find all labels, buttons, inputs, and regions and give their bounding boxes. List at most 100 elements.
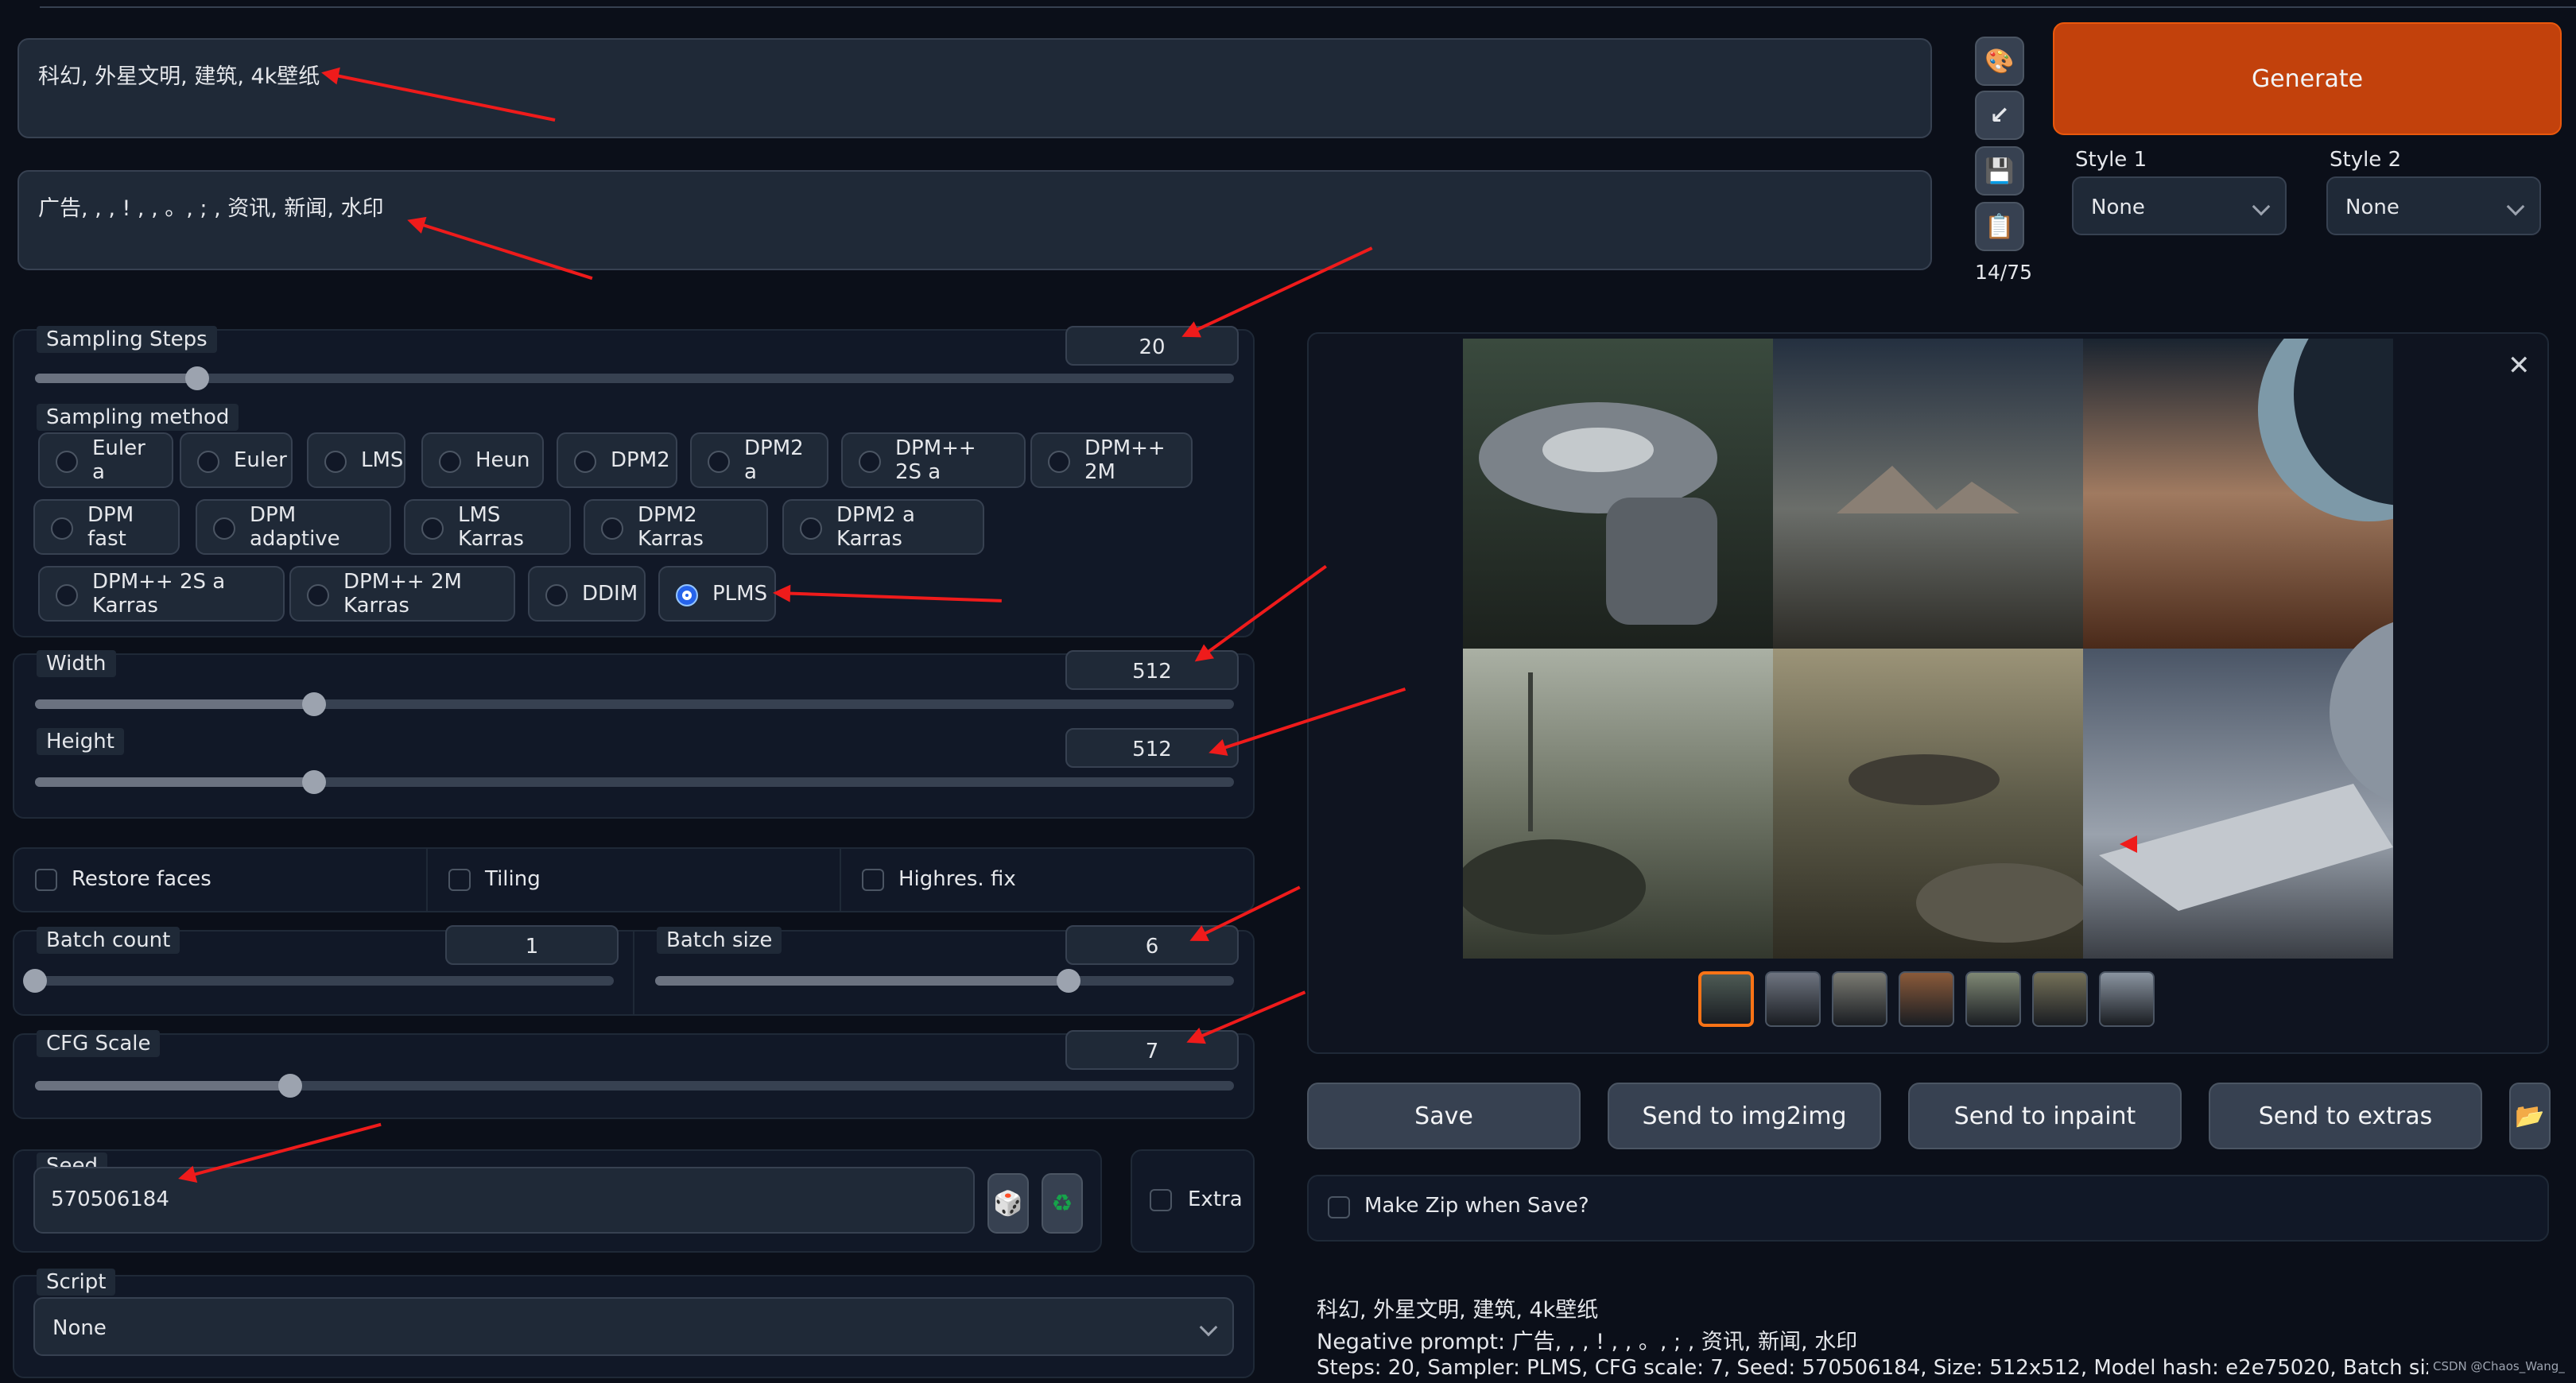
sampling-method-option[interactable]: DPM adaptive <box>196 499 391 555</box>
gallery-thumbnail[interactable] <box>1765 971 1821 1027</box>
gallery-thumbnail[interactable] <box>1899 971 1954 1027</box>
height-label: Height <box>37 728 124 755</box>
sampling-method-option-label: DDIM <box>582 582 638 606</box>
seed-input[interactable]: 570506184 <box>33 1167 975 1234</box>
radio-circle[interactable] <box>800 517 822 540</box>
radio-circle[interactable] <box>56 451 78 473</box>
negative-prompt-input[interactable]: 广告, , , ! , , 。, ; , 资讯, 新闻, 水印 <box>17 170 1932 270</box>
sampling-method-option[interactable]: DPM++ 2S a Karras <box>38 566 285 622</box>
radio-circle[interactable] <box>324 451 347 473</box>
radio-circle[interactable] <box>708 451 730 473</box>
radio-circle[interactable] <box>859 451 881 473</box>
script-label: Script <box>37 1269 116 1296</box>
slider-thumb[interactable] <box>23 969 47 993</box>
batch-size-slider[interactable] <box>655 969 1234 993</box>
height-slider[interactable] <box>35 770 1234 794</box>
radio-circle[interactable] <box>51 517 73 540</box>
batch-count-input[interactable]: 1 <box>445 925 619 965</box>
palette-button[interactable]: 🎨 <box>1975 37 2024 86</box>
spaceship-shape <box>1606 498 1717 625</box>
send-to-img2img-button[interactable]: Send to img2img <box>1608 1083 1881 1149</box>
prompt-text: 科幻, 外星文明, 建筑, 4k壁纸 <box>38 64 320 89</box>
gallery-thumbnail[interactable] <box>1698 971 1754 1027</box>
sampling-method-option-label: DPM2 Karras <box>638 503 704 551</box>
tiling-checkbox[interactable] <box>448 869 471 891</box>
highres-fix-checkbox[interactable] <box>862 869 884 891</box>
tower-shape <box>1528 672 1533 831</box>
restore-faces-label: Restore faces <box>72 867 211 891</box>
generated-image-2[interactable] <box>1773 339 2083 649</box>
sampling-method-option[interactable]: DPM fast <box>33 499 180 555</box>
restore-faces-checkbox[interactable] <box>35 869 57 891</box>
style-2-select[interactable]: None <box>2326 176 2541 235</box>
radio-circle[interactable] <box>545 584 568 606</box>
random-seed-button[interactable]: 🎲 <box>987 1173 1029 1234</box>
radio-circle[interactable] <box>1048 451 1070 473</box>
sampling-method-option[interactable]: PLMS <box>658 566 776 622</box>
options-divider <box>840 849 841 911</box>
width-slider[interactable] <box>35 692 1234 716</box>
slider-thumb[interactable] <box>278 1074 303 1098</box>
sampling-method-option[interactable]: DPM2 <box>557 432 677 488</box>
style-1-select[interactable]: None <box>2072 176 2287 235</box>
sampling-method-option[interactable]: DPM++ 2M Karras <box>289 566 515 622</box>
save-button[interactable]: Save <box>1307 1083 1581 1149</box>
sampling-method-option[interactable]: DPM++ 2M <box>1030 432 1193 488</box>
style-1-label: Style 1 <box>2075 148 2147 172</box>
gallery-thumbnail[interactable] <box>1832 971 1887 1027</box>
radio-circle[interactable] <box>213 517 235 540</box>
prompt-input[interactable]: 科幻, 外星文明, 建筑, 4k壁纸 <box>17 38 1932 138</box>
sampling-method-option[interactable]: LMS Karras <box>404 499 571 555</box>
cfg-scale-slider[interactable] <box>35 1074 1234 1098</box>
sampling-method-option[interactable]: Heun <box>421 432 544 488</box>
radio-circle[interactable] <box>574 451 596 473</box>
make-zip-checkbox[interactable] <box>1328 1196 1350 1218</box>
sampling-method-option[interactable]: Euler <box>180 432 293 488</box>
radio-circle[interactable] <box>56 584 78 606</box>
slider-thumb[interactable] <box>184 366 209 390</box>
sampling-method-option[interactable]: DPM2 Karras <box>584 499 768 555</box>
radio-circle[interactable] <box>421 517 444 540</box>
apply-style-button[interactable]: 📋 <box>1975 202 2024 251</box>
clipboard-icon: 📋 <box>1984 212 2015 241</box>
batch-count-label: Batch count <box>37 927 180 954</box>
sampling-steps-slider[interactable] <box>35 366 1234 390</box>
send-to-inpaint-button[interactable]: Send to inpaint <box>1908 1083 2182 1149</box>
cfg-scale-input[interactable]: 7 <box>1065 1030 1239 1070</box>
sampling-method-option[interactable]: DPM++ 2S a <box>841 432 1026 488</box>
generate-button[interactable]: Generate <box>2053 22 2562 135</box>
sampling-method-option[interactable]: LMS <box>307 432 405 488</box>
sampling-method-option-label: LMS Karras <box>458 503 524 551</box>
sampling-method-option[interactable]: Euler a <box>38 432 173 488</box>
sampling-method-label: Sampling method <box>37 404 239 431</box>
sampling-steps-label: Sampling Steps <box>37 326 217 353</box>
sampling-method-option[interactable]: DPM2 a Karras <box>782 499 984 555</box>
negative-prompt-text: 广告, , , ! , , 。, ; , 资讯, 新闻, 水印 <box>38 196 384 221</box>
extra-label: Extra <box>1188 1187 1243 1211</box>
script-select[interactable]: None <box>33 1297 1234 1356</box>
close-icon[interactable]: ✕ <box>2508 350 2531 382</box>
sampling-steps-input[interactable]: 20 <box>1065 326 1239 366</box>
radio-circle[interactable] <box>439 451 461 473</box>
read-params-button[interactable]: ↙ <box>1975 91 2024 140</box>
arrow-down-left-icon: ↙ <box>1989 101 2010 130</box>
radio-circle[interactable] <box>307 584 329 606</box>
chevron-down-icon <box>2252 197 2271 216</box>
gallery-thumbnail[interactable] <box>2032 971 2088 1027</box>
chevron-down-icon <box>1199 1318 1218 1337</box>
send-to-extras-button[interactable]: Send to extras <box>2209 1083 2482 1149</box>
sampling-method-option[interactable]: DDIM <box>528 566 646 622</box>
radio-circle[interactable] <box>197 451 219 473</box>
reuse-seed-button[interactable]: ♻ <box>1042 1173 1083 1234</box>
radio-circle[interactable] <box>676 584 698 606</box>
batch-count-slider[interactable] <box>23 969 614 993</box>
radio-circle[interactable] <box>601 517 623 540</box>
gallery-thumbnail[interactable] <box>1965 971 2021 1027</box>
open-folder-button[interactable]: 📂 <box>2509 1083 2551 1149</box>
generated-image-grid[interactable] <box>1463 339 2393 959</box>
save-style-button[interactable]: 💾 <box>1975 146 2024 196</box>
slider-thumb[interactable] <box>1056 969 1080 993</box>
extra-checkbox[interactable] <box>1150 1189 1172 1211</box>
gallery-thumbnail[interactable] <box>2099 971 2155 1027</box>
sampling-method-option[interactable]: DPM2 a <box>690 432 828 488</box>
